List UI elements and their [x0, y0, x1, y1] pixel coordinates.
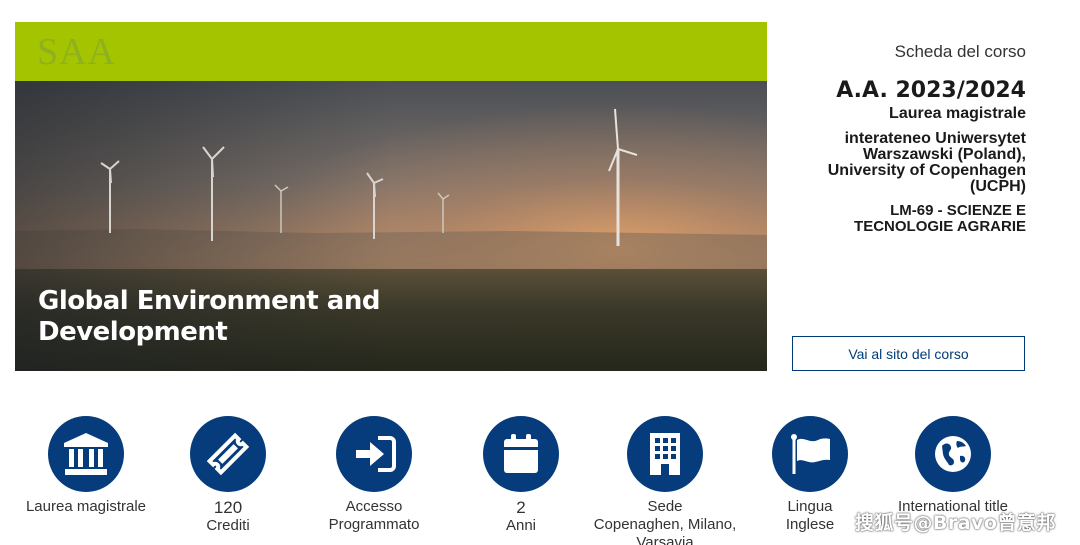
course-title: Global Environment and Development: [38, 286, 380, 347]
credits-value: 120: [213, 498, 243, 517]
sign-in-icon: [336, 416, 412, 492]
location-cities: Copenaghen, Milano,: [593, 516, 737, 533]
course-info-panel: Scheda del corso A.A. 2023/2024 Laurea m…: [790, 22, 1026, 235]
university-icon: [48, 416, 124, 492]
degree-class: LM-69 - SCIENZE E TECNOLOGIE AGRARIE: [854, 202, 1026, 235]
access-type: Programmato: [328, 516, 420, 533]
academic-year: A.A. 2023/2024: [836, 78, 1026, 103]
globe-icon: [915, 416, 991, 492]
feature-degree: Laurea magistrale: [11, 416, 161, 516]
credits-label: Crediti: [206, 517, 250, 534]
feature-credits: 120 Crediti: [153, 416, 303, 535]
feature-title: International title: [878, 416, 1028, 516]
course-site-button[interactable]: Vai al sito del corso: [792, 336, 1025, 371]
feature-access: Accesso Programmato: [299, 416, 449, 534]
flag-icon: [772, 416, 848, 492]
access-label: Accesso: [345, 498, 403, 515]
course-sheet-label: Scheda del corso: [894, 42, 1026, 61]
degree-type: Laurea magistrale: [889, 105, 1026, 122]
feature-location: Sede Copenaghen, Milano, Varsavia: [590, 416, 740, 545]
feature-degree-label: Laurea magistrale: [25, 498, 147, 515]
feature-duration: 2 Anni: [446, 416, 596, 535]
saa-logo: SAA: [37, 31, 117, 73]
watermark: 搜狐号@Bravo曾意邦: [854, 512, 1056, 534]
hero-banner: SAA Global Environment and Development: [15, 22, 767, 371]
duration-value: 2: [516, 498, 526, 517]
location-label: Sede: [647, 498, 683, 515]
duration-label: Anni: [505, 517, 537, 534]
ticket-icon: [190, 416, 266, 492]
brand-band: SAA: [15, 22, 767, 81]
partner-universities: interateneo Uniwersytet Warszawski (Pola…: [827, 130, 1026, 195]
calendar-icon: [483, 416, 559, 492]
building-icon: [627, 416, 703, 492]
location-cities-2: Varsavia: [636, 534, 694, 545]
